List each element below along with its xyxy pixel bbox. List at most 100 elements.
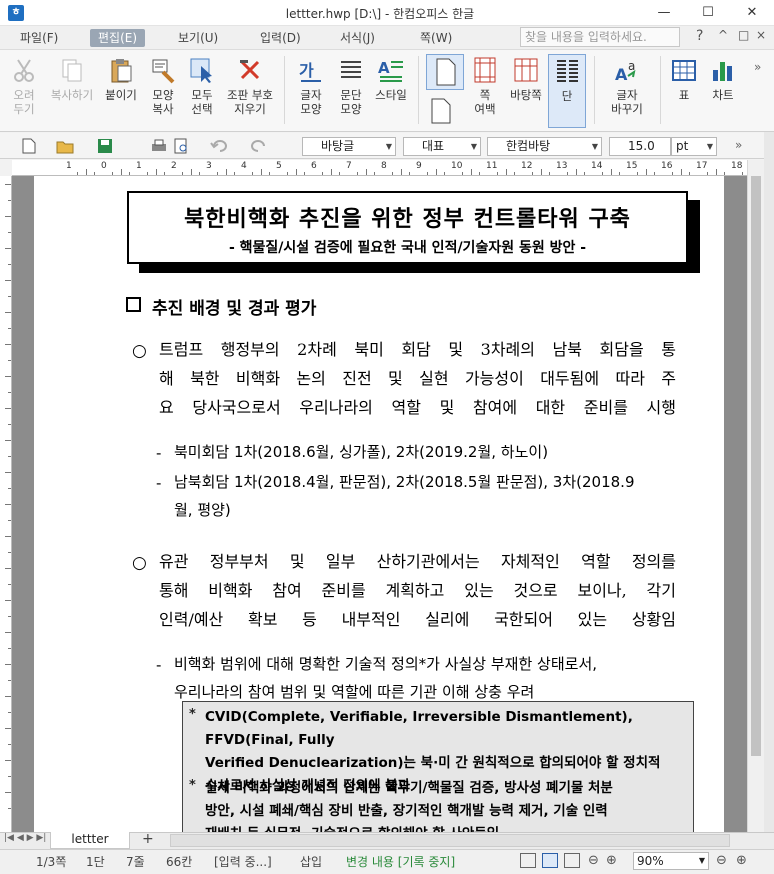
zoom-out-icon[interactable]: ⊖ bbox=[588, 853, 599, 868]
hwp-app-icon[interactable]: ㅎ bbox=[8, 5, 24, 21]
zoom-value: 90% bbox=[637, 854, 664, 868]
style-select[interactable]: 바탕글 ▼ bbox=[302, 137, 396, 156]
print-icon[interactable] bbox=[150, 138, 168, 154]
ruler-tick bbox=[8, 712, 11, 713]
view-two-page-icon[interactable] bbox=[564, 853, 580, 868]
page-setup-button[interactable] bbox=[426, 54, 464, 90]
open-folder-icon[interactable] bbox=[56, 138, 74, 154]
font-size-input[interactable]: 15.0 bbox=[609, 137, 671, 156]
font-unit-select[interactable]: pt ▼ bbox=[671, 137, 717, 156]
ruler-tick bbox=[8, 200, 11, 201]
status-col: 66칸 bbox=[166, 855, 193, 869]
menu-view[interactable]: 보기(U) bbox=[170, 29, 226, 47]
format-copy-label: 모양 복사 bbox=[152, 88, 174, 116]
toolbar-more-icon[interactable]: » bbox=[735, 138, 742, 152]
zoom-minus-icon[interactable]: ⊖ bbox=[716, 853, 727, 868]
zoom-fit-icon[interactable]: ⊕ bbox=[606, 853, 617, 868]
chart-button[interactable]: 차트 bbox=[704, 54, 742, 128]
format-brush-icon bbox=[152, 59, 175, 84]
scroll-thumb[interactable] bbox=[751, 176, 761, 756]
menu-search-input[interactable]: 찾을 내용을 입력하세요. bbox=[520, 27, 680, 47]
ruler-tick bbox=[645, 169, 647, 175]
style-label: 스타일 bbox=[375, 88, 407, 102]
menu-edit[interactable]: 편집(E) bbox=[90, 29, 146, 47]
status-page[interactable]: 1/3쪽 bbox=[36, 853, 66, 870]
ruler-tick bbox=[365, 169, 367, 175]
ribbon-scroll-icon[interactable]: » bbox=[754, 60, 761, 74]
ruler-number: 14 bbox=[591, 161, 603, 171]
ruler-number: 5 bbox=[276, 161, 282, 171]
sub-item-2-line-1: 남북회담 1차(2018.4월, 판문점), 2차(2018.5월 판문점), … bbox=[174, 473, 635, 491]
ruler-number: 7 bbox=[346, 161, 352, 171]
redo-icon[interactable] bbox=[250, 138, 268, 154]
clear-format-button[interactable]: 조판 부호 지우기 bbox=[222, 54, 278, 128]
ruler-tick bbox=[5, 696, 11, 697]
minimize-button[interactable]: — bbox=[642, 0, 686, 26]
view-page-icon[interactable] bbox=[542, 853, 558, 868]
ruler-tick bbox=[409, 172, 411, 175]
char-shape-button[interactable]: 가 글자 모양 bbox=[292, 54, 330, 128]
menu-page[interactable]: 쪽(W) bbox=[412, 29, 460, 47]
vertical-scrollbar[interactable] bbox=[747, 160, 764, 832]
font-language-select[interactable]: 대표 ▼ bbox=[403, 137, 481, 156]
zoom-plus-icon[interactable]: ⊕ bbox=[736, 853, 747, 868]
ruler-tick bbox=[8, 360, 11, 361]
page-orientation-button[interactable] bbox=[430, 98, 460, 124]
menu-format[interactable]: 서식(J) bbox=[332, 29, 383, 47]
columns-button[interactable]: 단 bbox=[548, 54, 586, 128]
clipboard-icon bbox=[111, 59, 132, 83]
save-icon[interactable] bbox=[96, 138, 114, 154]
char-replace-button[interactable]: Aa 글자 바꾸기 bbox=[602, 54, 652, 128]
copy-button[interactable]: 복사하기 bbox=[46, 54, 98, 128]
ruler-number: 4 bbox=[241, 161, 247, 171]
document-close-icon[interactable]: × bbox=[756, 28, 766, 42]
cut-button[interactable]: 오려 두기 bbox=[4, 54, 44, 128]
format-copy-button[interactable]: 모양 복사 bbox=[144, 54, 182, 128]
ruler-tick bbox=[689, 172, 691, 175]
print-preview-icon[interactable] bbox=[172, 138, 190, 154]
font-name-select[interactable]: 한컴바탕 ▼ bbox=[487, 137, 602, 156]
status-mode: [입력 중...] bbox=[214, 855, 272, 869]
status-track-changes[interactable]: 변경 내용 [기록 중지] bbox=[346, 853, 455, 870]
menu-file[interactable]: 파일(F) bbox=[12, 29, 66, 47]
horizontal-scrollbar[interactable] bbox=[170, 834, 730, 847]
zoom-select[interactable]: 90% ▼ bbox=[633, 852, 709, 870]
ruler-tick bbox=[5, 632, 11, 633]
paragraph-line: 요 당사국으로서 우리나라의 역할 및 참여에 대한 준비를 시행 bbox=[159, 398, 676, 417]
ruler-tick bbox=[5, 728, 11, 729]
status-insert[interactable]: 삽입 bbox=[300, 853, 322, 870]
document-tab[interactable]: lettter bbox=[50, 832, 130, 849]
clear-format-label: 조판 부호 지우기 bbox=[227, 88, 273, 116]
paragraph-line: 트럼프 행정부의 2차례 북미 회담 및 3차례의 남북 회담을 통 bbox=[159, 340, 676, 359]
style-button[interactable]: A 스타일 bbox=[372, 54, 410, 128]
help-icon[interactable]: ? bbox=[696, 28, 703, 44]
paste-button[interactable]: 붙이기 bbox=[100, 54, 142, 128]
ribbon-separator bbox=[660, 56, 661, 124]
close-button[interactable]: ✕ bbox=[730, 0, 774, 26]
window-restore-icon[interactable]: □ bbox=[738, 28, 749, 42]
para-shape-button[interactable]: 문단 모양 bbox=[332, 54, 370, 128]
ruler-tick bbox=[671, 172, 673, 175]
add-tab-button[interactable]: + bbox=[142, 831, 154, 847]
paragraph-2: 유관 정부부처 및 일부 산하기관에서는 자체적인 역할 정의를 통해 비핵화 … bbox=[159, 547, 676, 634]
horizontal-ruler[interactable]: 1 0 1 2 3 4 5 6 7 8 9 10 11 12 13 14 15 16 17 18 bbox=[12, 160, 761, 176]
note-line: Verified Denuclearization)는 북·미 간 원칙적으로 … bbox=[205, 755, 661, 771]
document-page[interactable]: 북한비핵화 추진을 위한 정부 컨트롤타워 구축 - 핵물질/시설 검증에 필요… bbox=[34, 176, 724, 832]
new-document-icon[interactable] bbox=[20, 138, 38, 154]
ribbon-collapse-icon[interactable]: ^ bbox=[718, 28, 728, 42]
page-margin-button[interactable]: 쪽 여백 bbox=[466, 54, 504, 128]
undo-icon[interactable] bbox=[210, 138, 228, 154]
ruler-number: 8 bbox=[381, 161, 387, 171]
menu-insert[interactable]: 입력(D) bbox=[252, 29, 309, 47]
document-area[interactable]: 북한비핵화 추진을 위한 정부 컨트롤타워 구축 - 핵물질/시설 검증에 필요… bbox=[12, 176, 747, 832]
maximize-button[interactable]: ☐ bbox=[686, 0, 730, 26]
view-normal-icon[interactable] bbox=[520, 853, 536, 868]
ruler-tick bbox=[479, 172, 481, 175]
tab-scroll-arrows-icon[interactable]: |◀ ◀ ▶ ▶| bbox=[4, 833, 46, 843]
table-button[interactable]: 표 bbox=[666, 54, 702, 128]
select-all-button[interactable]: 모두 선택 bbox=[184, 54, 220, 128]
paragraph-1: 트럼프 행정부의 2차례 북미 회담 및 3차례의 남북 회담을 통 해 북한 … bbox=[159, 335, 676, 422]
master-page-button[interactable]: 바탕쪽 bbox=[506, 54, 546, 128]
ruler-tick bbox=[5, 248, 11, 249]
vertical-ruler[interactable] bbox=[0, 176, 12, 832]
